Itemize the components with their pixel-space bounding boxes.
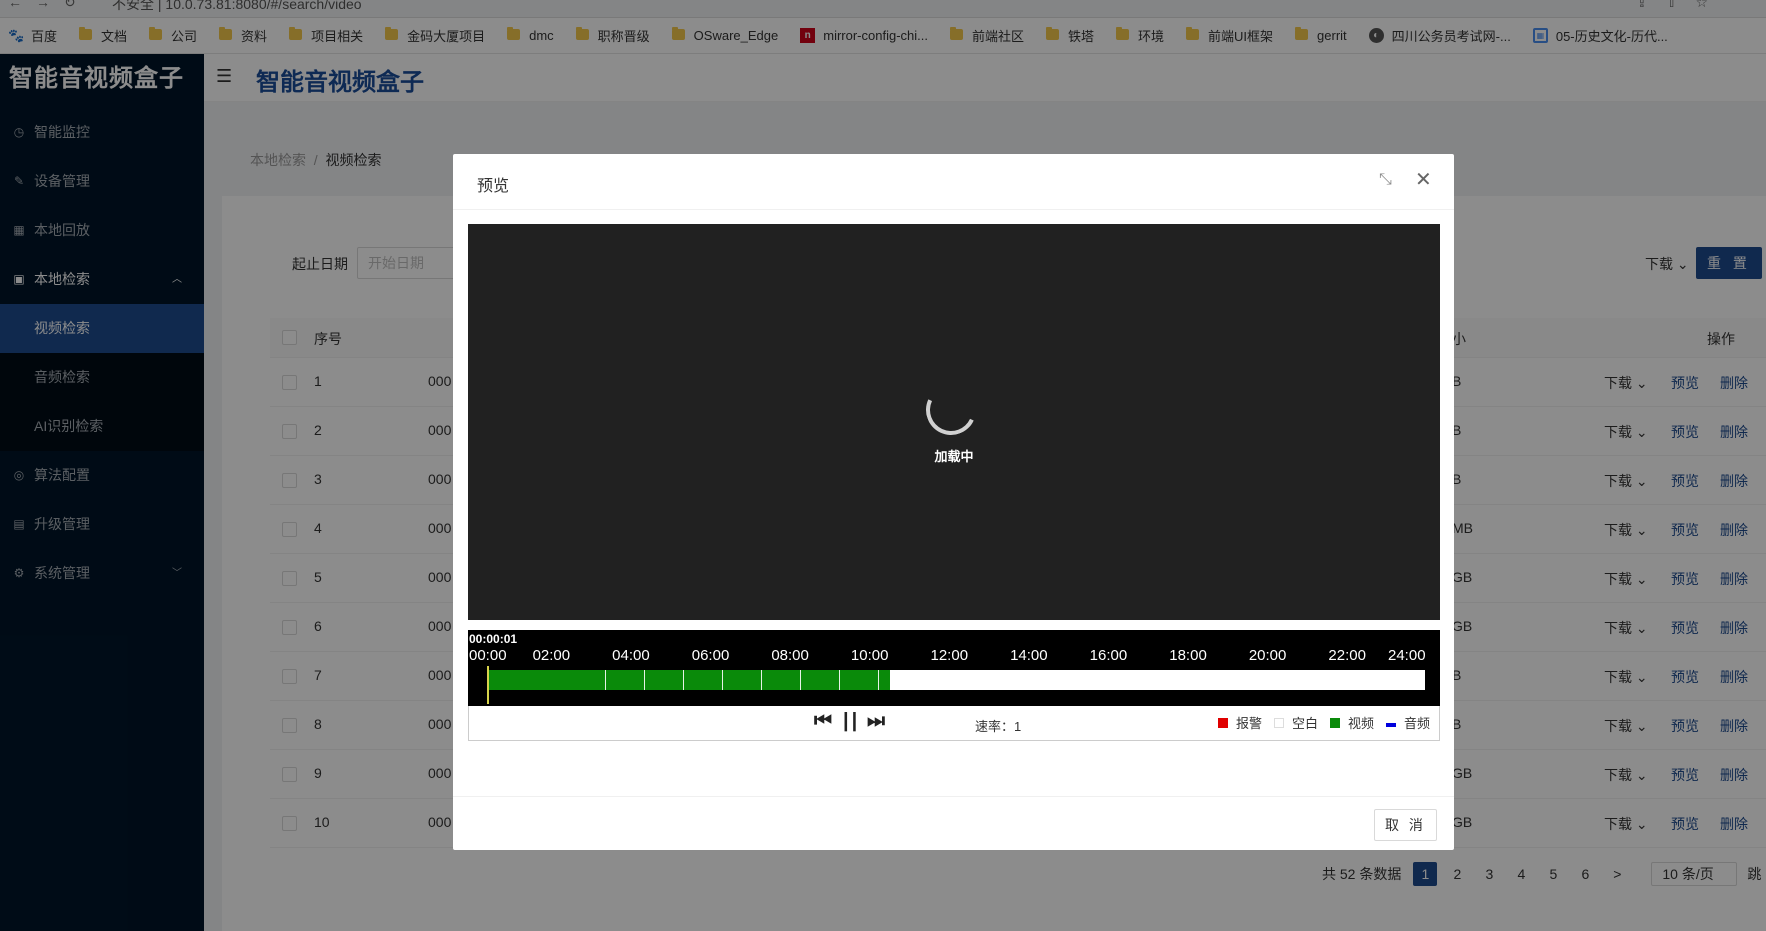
timeline-tick-label: 16:00 (1089, 647, 1128, 664)
legend-label: 视频 (1347, 716, 1374, 731)
dialog-footer: 取 消 (453, 796, 1454, 850)
player-controls: ⏮ || ⏭ 速率：1 报警 空白 视频 音频 (468, 706, 1440, 741)
timeline-tick-label: 00:00 (469, 647, 507, 664)
legend-label: 音频 (1403, 716, 1430, 731)
video-player[interactable]: 加载中 (468, 224, 1440, 620)
timeline-tick-label: 20:00 (1248, 647, 1287, 664)
timeline-legend: 报警 空白 视频 音频 (1206, 713, 1430, 732)
legend-swatch (1385, 722, 1396, 727)
rate-display: 速率：1 (975, 716, 1021, 735)
segment-divider (878, 670, 880, 690)
close-icon[interactable]: ✕ (1415, 167, 1432, 192)
segment-divider (761, 670, 763, 690)
current-time: 00:00:01 (469, 632, 518, 646)
rate-value: 1 (1014, 719, 1022, 734)
legend-item: 报警 (1217, 713, 1262, 732)
legend-swatch (1329, 717, 1340, 728)
legend-swatch (1273, 717, 1284, 728)
legend-swatch (1217, 717, 1228, 728)
segment-divider (839, 670, 841, 690)
segment-divider (683, 670, 685, 690)
timeline-tick-label: 18:00 (1169, 647, 1207, 664)
timeline-tick-label: 08:00 (771, 647, 809, 664)
segment-divider (722, 670, 724, 690)
timeline-tick-label: 04:00 (612, 647, 650, 664)
timeline-tick-label: 06:00 (691, 647, 730, 664)
cancel-button[interactable]: 取 消 (1374, 809, 1437, 841)
timeline-track[interactable] (488, 670, 1425, 690)
legend-item: 空白 (1273, 713, 1318, 732)
timeline-tick-label: 10:00 (850, 647, 889, 664)
rate-label: 速率： (975, 719, 1015, 734)
timeline-tick-label: 02:00 (532, 647, 571, 664)
dialog-title: 预览 (477, 178, 510, 195)
legend-label: 空白 (1291, 716, 1318, 731)
timeline-tick-label: 22:00 (1328, 647, 1366, 664)
legend-label: 报警 (1235, 716, 1262, 731)
legend-item: 音频 (1385, 713, 1430, 732)
skip-forward-icon[interactable]: ⏭ (867, 710, 885, 733)
loading-spinner-icon (918, 377, 984, 443)
video-segment (488, 670, 891, 690)
dialog-header: 预览 ⤡ ✕ (453, 154, 1454, 210)
skip-back-icon[interactable]: ⏮ (814, 710, 832, 733)
fullscreen-icon[interactable]: ⤡ (1379, 171, 1392, 189)
pause-icon[interactable]: || (843, 710, 860, 733)
legend-item: 视频 (1329, 713, 1374, 732)
segment-divider (605, 670, 607, 690)
timeline[interactable]: 00:00:01 00:00 02:00 04:00 06:00 08:00 10:00 1… (468, 630, 1440, 706)
timeline-cursor[interactable] (487, 666, 489, 704)
segment-divider (644, 670, 646, 690)
segment-divider (800, 670, 802, 690)
preview-dialog: 预览 ⤡ ✕ 加载中 00:00:01 00:00 02:00 04:00 06:00… (453, 154, 1454, 850)
timeline-tick-label: 12:00 (930, 647, 969, 664)
loading-text: 加载中 (934, 449, 974, 464)
timeline-tick-label: 24:00 (1388, 647, 1426, 664)
timeline-tick-label: 14:00 (1010, 647, 1048, 664)
